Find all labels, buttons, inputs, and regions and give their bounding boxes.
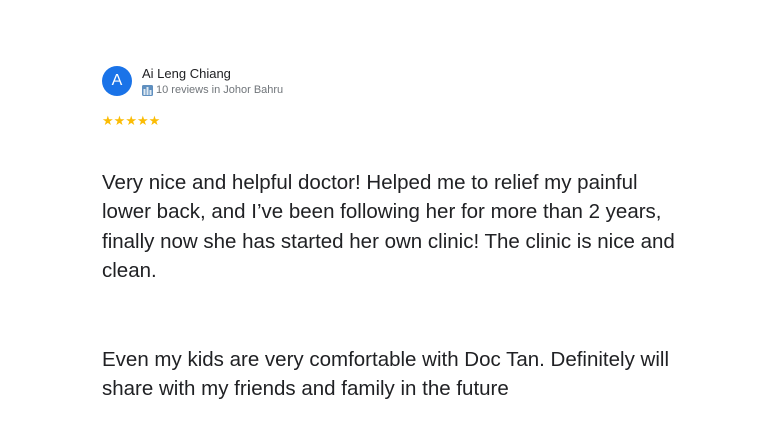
reviewer-meta: Ai Leng Chiang 10 reviews in Johor Bahru	[142, 65, 283, 98]
star-icon: ★	[113, 113, 126, 129]
reviewer-subtitle: 10 reviews in Johor Bahru	[142, 83, 283, 98]
star-rating: ★ ★ ★ ★ ★	[102, 114, 742, 128]
review-header: A Ai Leng Chiang 10 reviews in Johor Bah…	[102, 62, 742, 100]
review-text: Very nice and helpful doctor! Helped me …	[102, 138, 682, 432]
review-paragraph: Even my kids are very comfortable with D…	[102, 347, 669, 401]
star-icon: ★	[102, 113, 114, 129]
star-icon: ★	[125, 113, 137, 129]
avatar[interactable]: A	[102, 66, 132, 96]
star-icon: ★	[148, 113, 161, 129]
star-icon: ★	[136, 113, 149, 129]
reviewer-name[interactable]: Ai Leng Chiang	[142, 65, 283, 82]
review-paragraph: Very nice and helpful doctor! Helped me …	[102, 170, 675, 283]
review-card: A Ai Leng Chiang 10 reviews in Johor Bah…	[102, 62, 742, 432]
local-guide-icon	[142, 84, 153, 96]
reviewer-review-count: 10 reviews in Johor Bahru	[156, 83, 284, 96]
